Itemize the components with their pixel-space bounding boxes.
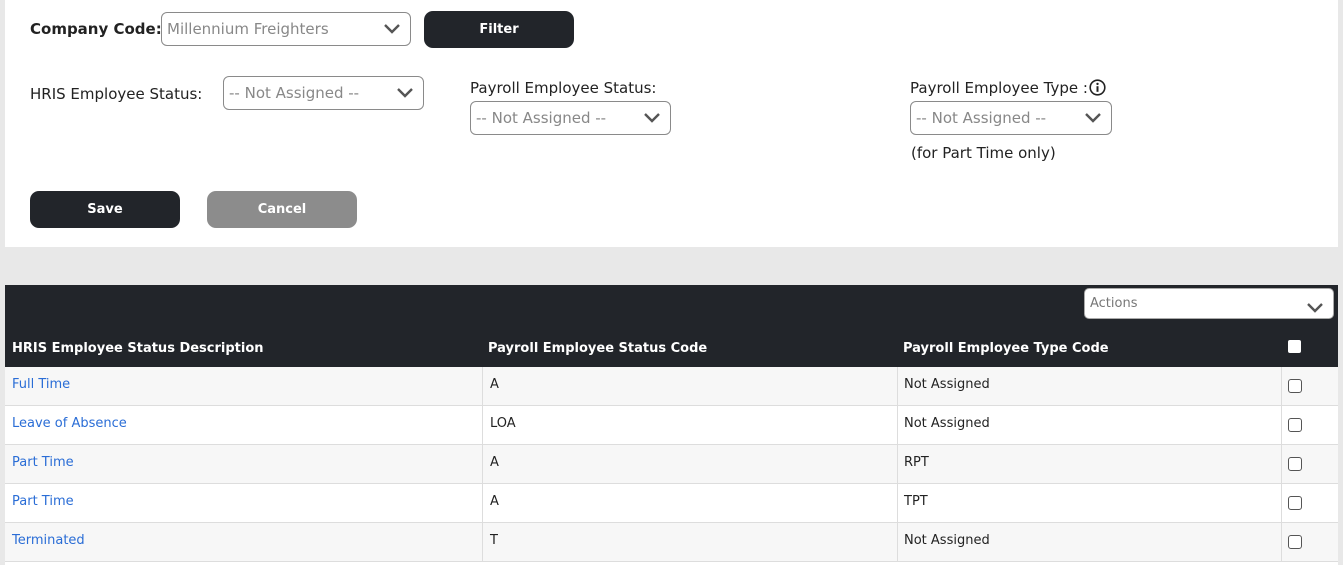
grid-header: Actions HRIS Employee Status Description… (5, 285, 1338, 367)
info-icon[interactable] (1089, 79, 1106, 96)
column-header-status-code[interactable]: Payroll Employee Status Code (488, 341, 707, 356)
table-row: Part Time A TPT (5, 484, 1338, 523)
row-description-link[interactable]: Leave of Absence (12, 406, 127, 444)
row-type-code: TPT (904, 494, 928, 509)
cancel-button[interactable]: Cancel (207, 191, 357, 228)
payroll-type-value: -- Not Assigned -- (916, 109, 1047, 127)
hris-status-select[interactable]: -- Not Assigned -- (223, 76, 424, 110)
company-code-value: Millennium Freighters (167, 20, 329, 38)
payroll-status-select[interactable]: -- Not Assigned -- (470, 101, 671, 135)
table-row: Terminated T Not Assigned (5, 523, 1338, 562)
row-checkbox[interactable] (1288, 535, 1302, 549)
chevron-down-icon (383, 22, 401, 36)
filter-panel: Company Code: Millennium Freighters Filt… (5, 0, 1338, 247)
row-status-code: T (490, 533, 498, 548)
row-status-code: A (490, 494, 499, 509)
filter-button[interactable]: Filter (424, 11, 574, 48)
row-description-link[interactable]: Full Time (12, 367, 70, 405)
payroll-type-label-group: Payroll Employee Type : (910, 79, 1106, 97)
table-row: Part Time A RPT (5, 445, 1338, 484)
chevron-down-icon (1084, 111, 1102, 125)
table-row: Full Time A Not Assigned (5, 367, 1338, 406)
row-description-link[interactable]: Terminated (12, 523, 85, 561)
hris-status-label: HRIS Employee Status: (30, 85, 203, 103)
row-status-code: A (490, 455, 499, 470)
column-header-type-code[interactable]: Payroll Employee Type Code (903, 341, 1109, 356)
chevron-down-icon (396, 86, 414, 100)
row-type-code: Not Assigned (904, 533, 990, 548)
row-checkbox[interactable] (1288, 457, 1302, 471)
company-code-select[interactable]: Millennium Freighters (161, 12, 411, 46)
select-all-checkbox[interactable] (1288, 340, 1301, 353)
chevron-down-icon (1306, 297, 1324, 313)
save-button[interactable]: Save (30, 191, 180, 228)
payroll-status-label: Payroll Employee Status: (470, 79, 657, 97)
row-checkbox[interactable] (1288, 379, 1302, 393)
payroll-type-label: Payroll Employee Type : (910, 79, 1088, 97)
row-type-code: RPT (904, 455, 929, 470)
row-status-code: A (490, 377, 499, 392)
row-status-code: LOA (490, 416, 516, 431)
table-row: Leave of Absence LOA Not Assigned (5, 406, 1338, 445)
company-code-label: Company Code: (30, 20, 162, 38)
chevron-down-icon (643, 111, 661, 125)
row-checkbox[interactable] (1288, 418, 1302, 432)
row-description-link[interactable]: Part Time (12, 484, 74, 522)
row-type-code: Not Assigned (904, 377, 990, 392)
row-description-link[interactable]: Part Time (12, 445, 74, 483)
status-mapping-grid: Actions HRIS Employee Status Description… (5, 285, 1338, 565)
payroll-type-select[interactable]: -- Not Assigned -- (910, 101, 1112, 135)
hris-status-value: -- Not Assigned -- (229, 84, 360, 102)
row-checkbox[interactable] (1288, 496, 1302, 510)
payroll-status-value: -- Not Assigned -- (476, 109, 607, 127)
row-type-code: Not Assigned (904, 416, 990, 431)
actions-select[interactable]: Actions (1084, 288, 1334, 319)
actions-placeholder: Actions (1090, 296, 1138, 311)
column-header-description[interactable]: HRIS Employee Status Description (12, 341, 264, 356)
payroll-type-note: (for Part Time only) (911, 144, 1056, 162)
